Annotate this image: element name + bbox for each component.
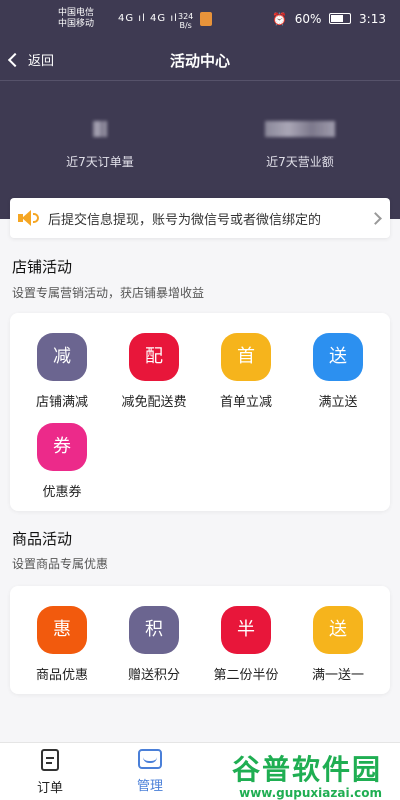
manage-icon	[138, 749, 162, 769]
activity-bonus-points[interactable]: 积 赠送积分	[108, 606, 200, 683]
tab-manage-label: 管理	[136, 779, 163, 794]
battery-percent: 60%	[294, 12, 322, 26]
goods-section-title: 商品活动	[12, 530, 73, 548]
alarm-icon: ⏰	[271, 12, 287, 26]
order-icon	[41, 749, 59, 771]
carrier-1: 中国电信	[58, 8, 95, 18]
activity-label: 赠送积分	[127, 668, 180, 683]
first-order-icon: 首	[221, 333, 271, 381]
activity-label: 首单立减	[219, 395, 272, 410]
status-bar: 中国电信 中国移动 4G ıl 4G ıl 324 B/s ⏰ 60% 3:13	[0, 0, 400, 40]
discount-icon: 惠	[37, 606, 87, 654]
speed-value: 324	[178, 12, 194, 21]
points-icon: 积	[129, 606, 179, 654]
revenue-redacted	[265, 121, 335, 137]
shop-section-title: 店铺活动	[12, 258, 73, 276]
activity-label: 商品优惠	[35, 668, 88, 683]
network-speed: 324 B/s	[178, 12, 193, 30]
status-right: ⏰ 60% 3:13	[268, 12, 386, 26]
notice-bar[interactable]: 后提交信息提现，账号为微信号或者微信绑定的	[10, 198, 390, 238]
shop-activities-card: 减 店铺满减 配 减免配送费 首 首单立减 送 满立送 券 优惠券	[10, 313, 390, 511]
stat-orders-label: 近7天订单量	[66, 155, 134, 169]
delivery-icon: 配	[129, 333, 179, 381]
activity-buy-one-get-one[interactable]: 送 满一送一	[292, 606, 384, 683]
half-price-icon: 半	[221, 606, 271, 654]
signal-icon: 4G ıl 4G ıl	[118, 13, 178, 24]
gift-icon: 送	[313, 606, 363, 654]
activity-shop-discount[interactable]: 减 店铺满减	[16, 333, 108, 410]
activity-label: 第二份半份	[213, 668, 279, 683]
notice-text: 后提交信息提现，账号为微信号或者微信绑定的	[48, 212, 322, 228]
activity-coupon[interactable]: 券 优惠券	[16, 423, 108, 500]
activity-label: 满立送	[318, 395, 358, 410]
gift-icon: 送	[313, 333, 363, 381]
carrier-info: 中国电信 中国移动	[58, 8, 94, 30]
stat-orders: 近7天订单量	[0, 121, 200, 170]
stat-revenue: 近7天营业额	[200, 121, 400, 170]
watermark-text: 谷普软件园	[231, 753, 382, 786]
activity-label: 满一送一	[311, 668, 364, 683]
tab-manage[interactable]: 管理	[110, 749, 190, 794]
goods-activities-card: 惠 商品优惠 积 赠送积分 半 第二份半份 送 满一送一	[10, 586, 390, 694]
activity-label: 店铺满减	[35, 395, 88, 410]
stat-revenue-label: 近7天营业额	[266, 155, 334, 169]
app-notification-icon	[200, 12, 212, 26]
speed-unit: B/s	[179, 21, 192, 30]
discount-icon: 减	[37, 333, 87, 381]
battery-icon	[329, 13, 352, 24]
watermark-logo: 谷普软件园 www.gupuxiazai.com	[210, 748, 382, 800]
speaker-icon	[18, 210, 40, 226]
carrier-2: 中国移动	[58, 19, 95, 29]
activity-goods-discount[interactable]: 惠 商品优惠	[16, 606, 108, 683]
goods-section-subtitle: 设置商品专属优惠	[12, 557, 109, 571]
watermark-url: www.gupuxiazai.com	[239, 786, 382, 800]
clock: 3:13	[359, 12, 386, 26]
activity-label: 减免配送费	[121, 395, 187, 410]
coupon-icon: 券	[37, 423, 87, 471]
tab-orders-label: 订单	[36, 781, 63, 796]
order-count-redacted	[93, 121, 107, 137]
activity-label: 优惠券	[42, 485, 82, 500]
activity-second-half[interactable]: 半 第二份半份	[200, 606, 292, 683]
activity-gift[interactable]: 送 满立送	[292, 333, 384, 410]
nav-bar: 返回 活动中心	[0, 40, 400, 80]
page-title: 活动中心	[169, 52, 230, 70]
activity-free-delivery[interactable]: 配 减免配送费	[108, 333, 200, 410]
shop-section-subtitle: 设置专属营销活动，获店铺暴增收益	[12, 286, 205, 300]
tab-orders[interactable]: 订单	[10, 749, 90, 796]
activity-first-order[interactable]: 首 首单立减	[200, 333, 292, 410]
chevron-right-icon	[369, 211, 382, 225]
